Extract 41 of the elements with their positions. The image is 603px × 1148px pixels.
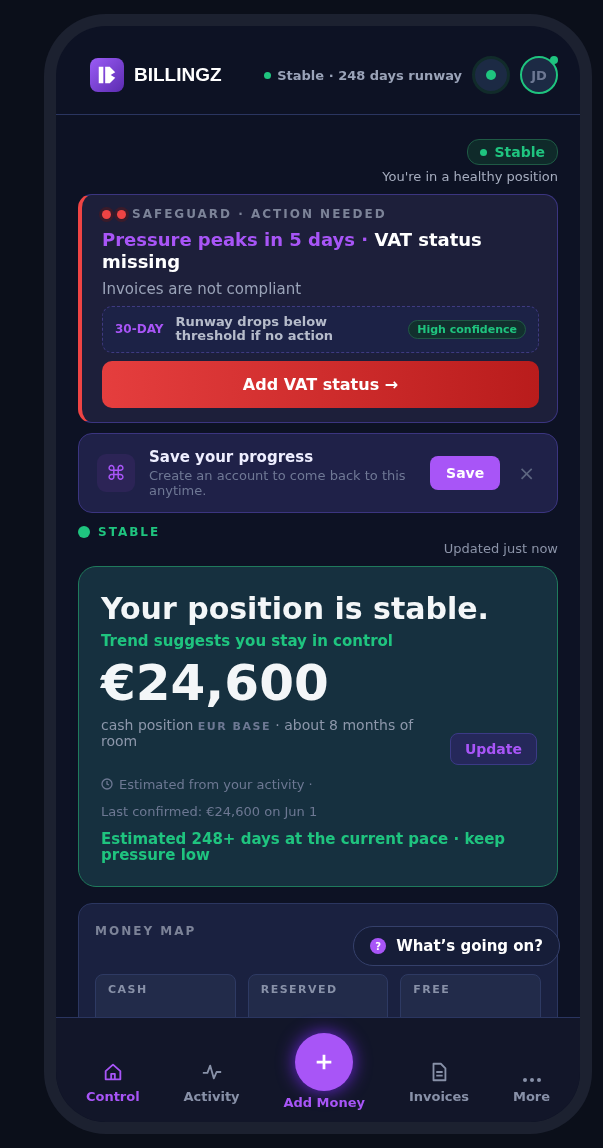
stable-badge: Stable xyxy=(467,139,558,165)
logo-icon xyxy=(90,58,124,92)
alert-eyebrow: SAFEGUARD · ACTION NEEDED xyxy=(132,207,387,221)
status-dot-icon xyxy=(78,525,90,538)
alert-subtitle: Invoices are not compliant xyxy=(102,280,303,299)
nav-tab[interactable]: Activity xyxy=(183,1061,240,1104)
update-button[interactable]: Update xyxy=(449,732,537,765)
alert-dot-icon xyxy=(102,209,111,219)
cash-amount: €24,600 xyxy=(101,655,330,711)
updated-time: Updated just now xyxy=(443,540,558,556)
last-confirmed: Last confirmed: €24,600 on Jun 1 xyxy=(101,803,319,819)
command-icon: ⌘ xyxy=(97,453,135,492)
alert-headline: Pressure peaks in 5 days · VAT status missing xyxy=(102,229,483,273)
section-label: STABLE xyxy=(98,524,161,539)
save-description: Create an account to come back to this anytime. xyxy=(149,467,407,498)
confidence-badge: High confidence xyxy=(408,320,526,339)
health-note: You're in a healthy position xyxy=(382,169,558,184)
nav-tab[interactable]: Control xyxy=(85,1061,140,1104)
brand-name: BILLINGZ xyxy=(134,64,222,86)
save-title: Save your progress xyxy=(149,447,315,466)
position-title: Your position is stable. xyxy=(101,590,490,626)
forecast-text: Runway drops below threshold if no action xyxy=(175,315,335,344)
question-icon: ? xyxy=(370,938,387,954)
status-indicator-icon[interactable] xyxy=(472,56,510,94)
add-vat-button[interactable]: Add VAT status → xyxy=(102,360,539,408)
help-button[interactable]: ? What’s going on? xyxy=(353,926,560,966)
runway-status: Stable · 248 days runway xyxy=(264,67,462,83)
forecast-period: 30-DAY xyxy=(115,322,164,337)
clock-icon xyxy=(101,778,113,791)
user-avatar[interactable]: JD xyxy=(520,56,558,94)
more-dots-icon xyxy=(520,1077,543,1083)
save-button[interactable]: Save xyxy=(430,455,501,490)
money-map-title: MONEY MAP xyxy=(95,923,198,938)
alert-dot-icon xyxy=(117,209,126,219)
estimate-note: Estimated from your activity · xyxy=(119,776,313,792)
nav-tab[interactable]: Invoices xyxy=(408,1061,470,1104)
nav-tab[interactable]: More xyxy=(512,1077,551,1104)
trend-text: Trend suggests you stay in control xyxy=(101,631,394,650)
cash-caption: cash position EUR BASE · about 8 months of room xyxy=(101,716,415,750)
runway-estimate: Estimated 248+ days at the current pace · keep pressure low xyxy=(101,830,507,864)
close-button[interactable]: × xyxy=(514,460,539,485)
